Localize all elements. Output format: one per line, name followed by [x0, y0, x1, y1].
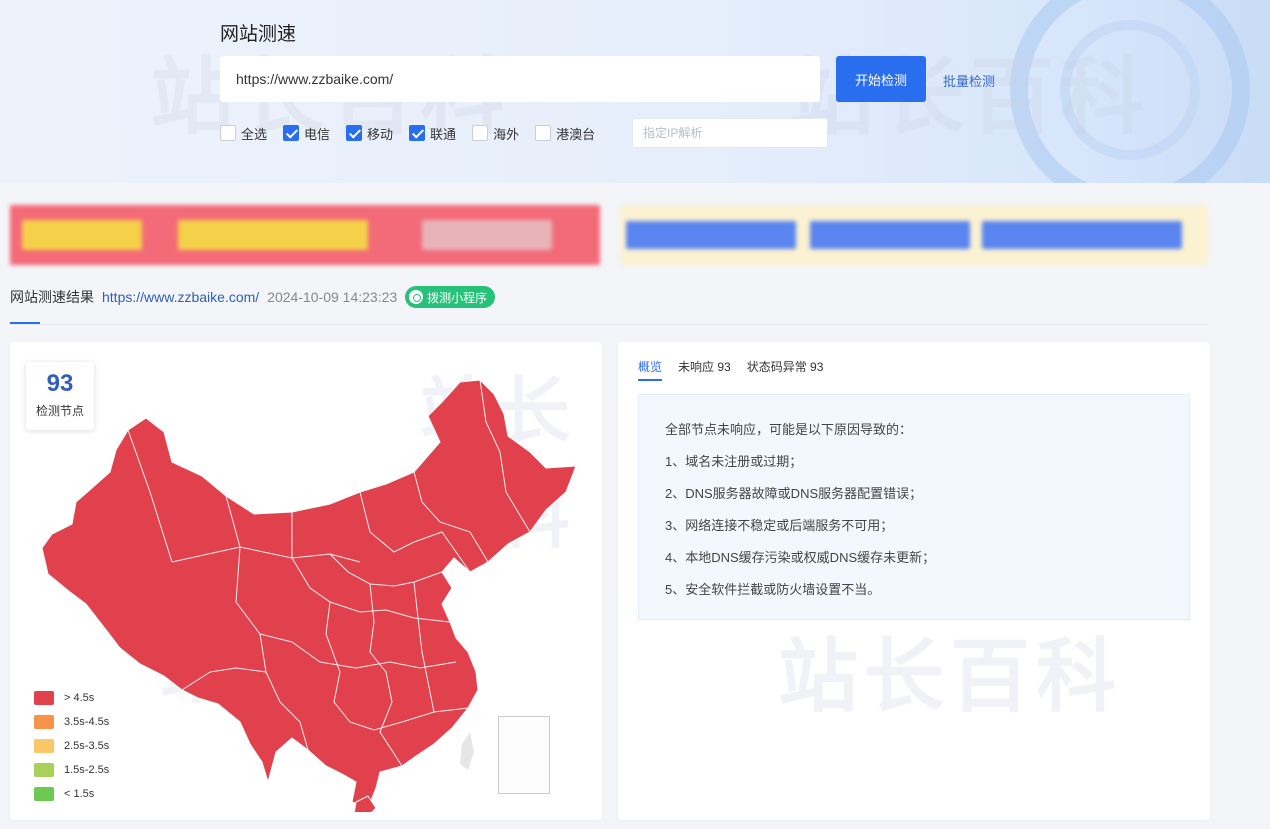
mini-program-icon: [409, 290, 424, 304]
ad-banner-left[interactable]: [10, 205, 600, 265]
checkbox-checked-icon: [283, 125, 300, 141]
start-test-button[interactable]: 开始检测: [836, 56, 926, 102]
ip-resolve-input[interactable]: [632, 118, 828, 148]
checkbox-icon: [535, 125, 552, 141]
checkbox-label: 港澳台: [556, 126, 596, 142]
map-legend: > 4.5s 3.5s-4.5s 2.5s-3.5s 1.5s-2.5s < 1…: [34, 686, 109, 806]
node-count-card: 93 检测节点: [26, 362, 94, 430]
checkbox-mobile[interactable]: 移动: [346, 124, 393, 143]
tab-status-code-error[interactable]: 状态码异常 93: [747, 358, 824, 381]
reason-item: 4、本地DNS缓存污染或权威DNS缓存未更新；: [665, 550, 936, 565]
isp-checkbox-group: 全选 电信 移动 联通 海外 港澳台: [220, 123, 611, 143]
legend-label: < 1.5s: [64, 788, 95, 800]
result-title: 网站测速结果: [10, 289, 94, 305]
result-tabs: 概览 未响应 93 状态码异常 93: [638, 358, 839, 381]
node-count: 93: [46, 370, 74, 397]
page-title: 网站测速: [220, 24, 297, 45]
ad-blurred-text: [178, 220, 368, 250]
ad-blurred-text: [422, 220, 552, 250]
legend-item[interactable]: < 1.5s: [34, 782, 109, 806]
result-header: 网站测速结果 https://www.zzbaike.com/ 2024-10-…: [10, 286, 496, 308]
legend-label: 2.5s-3.5s: [64, 740, 110, 752]
decorative-ring: [1060, 20, 1200, 160]
failure-reasons-box: 全部节点未响应，可能是以下原因导致的： 1、域名未注册或过期； 2、DNS服务器…: [638, 394, 1190, 620]
ad-blurred-text: [982, 221, 1182, 249]
result-timestamp: 2024-10-09 14:23:23: [267, 289, 398, 305]
batch-test-link[interactable]: 批量检测: [943, 71, 995, 90]
ad-banner-right[interactable]: [620, 205, 1208, 265]
checkbox-checked-icon: [346, 125, 363, 141]
legend-item[interactable]: 3.5s-4.5s: [34, 710, 109, 734]
checkbox-label: 联通: [430, 126, 457, 142]
result-info-panel: 站长百科 概览 未响应 93 状态码异常 93 全部节点未响应，可能是以下原因导…: [618, 342, 1210, 820]
url-input[interactable]: [220, 56, 820, 102]
tab-no-response[interactable]: 未响应 93: [678, 358, 731, 381]
legend-swatch: [34, 739, 54, 753]
legend-item[interactable]: 1.5s-2.5s: [34, 758, 109, 782]
checkbox-icon: [472, 125, 489, 141]
divider: [10, 324, 1208, 325]
checkbox-checked-icon: [409, 125, 426, 141]
legend-swatch: [34, 787, 54, 801]
legend-swatch: [34, 715, 54, 729]
south-china-sea-inset: [498, 716, 550, 794]
reason-intro: 全部节点未响应，可能是以下原因导致的：: [665, 422, 913, 437]
node-count-label: 检测节点: [35, 404, 84, 418]
legend-item[interactable]: 2.5s-3.5s: [34, 734, 109, 758]
checkbox-label: 电信: [304, 126, 331, 142]
ad-blurred-text: [810, 221, 970, 249]
checkbox-label: 移动: [367, 126, 394, 142]
ad-blurred-text: [626, 221, 796, 249]
reason-item: 1、域名未注册或过期；: [665, 454, 803, 469]
checkbox-unicom[interactable]: 联通: [409, 124, 456, 143]
mini-program-badge[interactable]: 拨测小程序: [405, 286, 496, 308]
speed-map-panel: 站长百科 站长百科 93 检测节点 > 4.5s: [10, 342, 602, 820]
checkbox-label: 全选: [241, 126, 268, 142]
reason-item: 5、安全软件拦截或防火墙设置不当。: [665, 582, 881, 597]
ad-blurred-text: [22, 220, 142, 250]
checkbox-overseas[interactable]: 海外: [472, 124, 519, 143]
checkbox-select-all[interactable]: 全选: [220, 124, 267, 143]
reason-item: 2、DNS服务器故障或DNS服务器配置错误；: [665, 486, 923, 501]
legend-swatch: [34, 691, 54, 705]
legend-item[interactable]: > 4.5s: [34, 686, 109, 710]
legend-label: > 4.5s: [64, 692, 95, 704]
checkbox-telecom[interactable]: 电信: [283, 124, 330, 143]
taiwan-region[interactable]: [460, 732, 474, 770]
legend-label: 1.5s-2.5s: [64, 764, 110, 776]
watermark: 站长百科: [778, 630, 1122, 723]
legend-swatch: [34, 763, 54, 777]
checkbox-label: 海外: [493, 126, 520, 142]
header-banner: 站长百科 站长百科 网站测速 开始检测 批量检测 全选 电信 移动 联通 海外 …: [0, 0, 1270, 183]
tab-overview[interactable]: 概览: [638, 358, 663, 381]
reason-item: 3、网络连接不稳定或后端服务不可用；: [665, 518, 894, 533]
checkbox-hk-macau-taiwan[interactable]: 港澳台: [535, 124, 595, 143]
mini-program-label: 拨测小程序: [427, 290, 488, 305]
checkbox-icon: [220, 125, 236, 141]
result-url-link[interactable]: https://www.zzbaike.com/: [102, 289, 259, 305]
legend-label: 3.5s-4.5s: [64, 716, 110, 728]
